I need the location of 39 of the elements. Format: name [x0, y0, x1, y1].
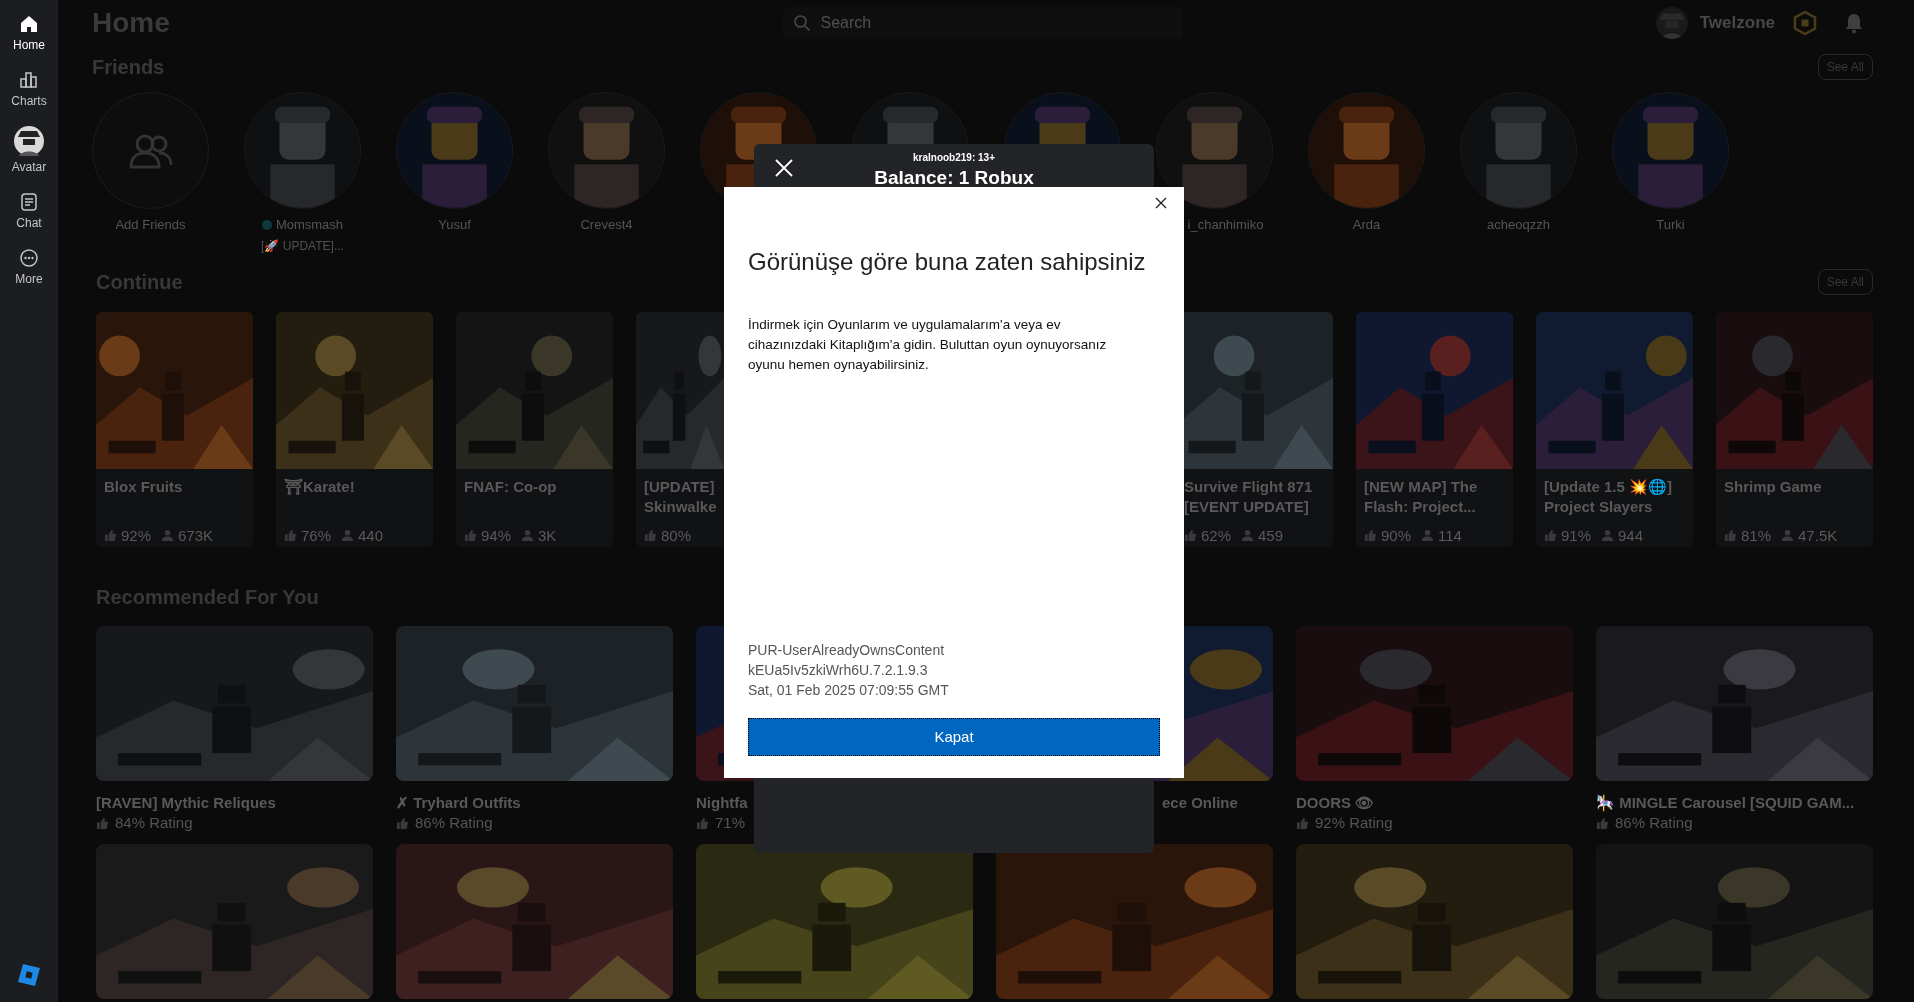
friend-activity: [🚀 UPDATE]... — [261, 238, 344, 255]
rating-text: 76% — [301, 525, 332, 546]
balance-text: Balance: 1 Robux — [874, 166, 1034, 190]
player-count: 3K — [538, 525, 557, 546]
game-title: Project Slayers — [1544, 497, 1653, 517]
detail-text: Sat, 01 Feb 2025 07:09:55 GMT — [748, 681, 950, 700]
player-count: 47.5K — [1798, 525, 1838, 546]
rating-text: 84% Rating — [115, 814, 193, 832]
rating-text: 91% — [1561, 525, 1592, 546]
rating-text: 71% — [715, 814, 746, 832]
rating-text: 92% — [121, 525, 152, 546]
game-title: [UPDATE] — [644, 477, 715, 497]
rating-text: 80% — [661, 525, 692, 546]
rating-text: 90% — [1381, 525, 1412, 546]
rating-text: 86% Rating — [415, 814, 493, 832]
game-title: FNAF: Co-op — [464, 477, 557, 497]
game-title: [Update 1.5 💥🌐] — [1544, 477, 1672, 497]
rating-text: 81% — [1741, 525, 1772, 546]
rating-text: 94% — [481, 525, 512, 546]
dialog-title: Görünüşe göre buna zaten sahipsiniz — [748, 247, 1147, 277]
game-title: [EVENT UPDATE] — [1184, 497, 1309, 517]
rating-text: 62% — [1201, 525, 1232, 546]
detail-text: PUR-UserAlreadyOwnsContent — [748, 641, 946, 660]
detail-text: kEUa5Iv5zkiWrh6U.7.2.1.9.3 — [748, 661, 929, 680]
game-title: Flash: Project... — [1364, 497, 1476, 517]
player-count: 114 — [1438, 525, 1462, 546]
player-count: 944 — [1618, 525, 1644, 546]
game-title: ⛩Karate! — [284, 477, 355, 497]
game-title: Blox Fruits — [104, 477, 183, 497]
player-count: 673K — [178, 525, 214, 546]
player-count: 459 — [1258, 525, 1284, 546]
player-count: 440 — [358, 525, 384, 546]
game-title: [NEW MAP] The — [1364, 477, 1478, 497]
game-title: Survive Flight 871 — [1184, 477, 1313, 497]
game-title: Skinwalke — [644, 497, 717, 517]
rating-text: 92% Rating — [1315, 814, 1393, 832]
panel-subtitle: kralnoob219: 13+ — [913, 152, 995, 164]
game-title: Shrimp Game — [1724, 477, 1822, 497]
rating-text: 86% Rating — [1615, 814, 1693, 832]
